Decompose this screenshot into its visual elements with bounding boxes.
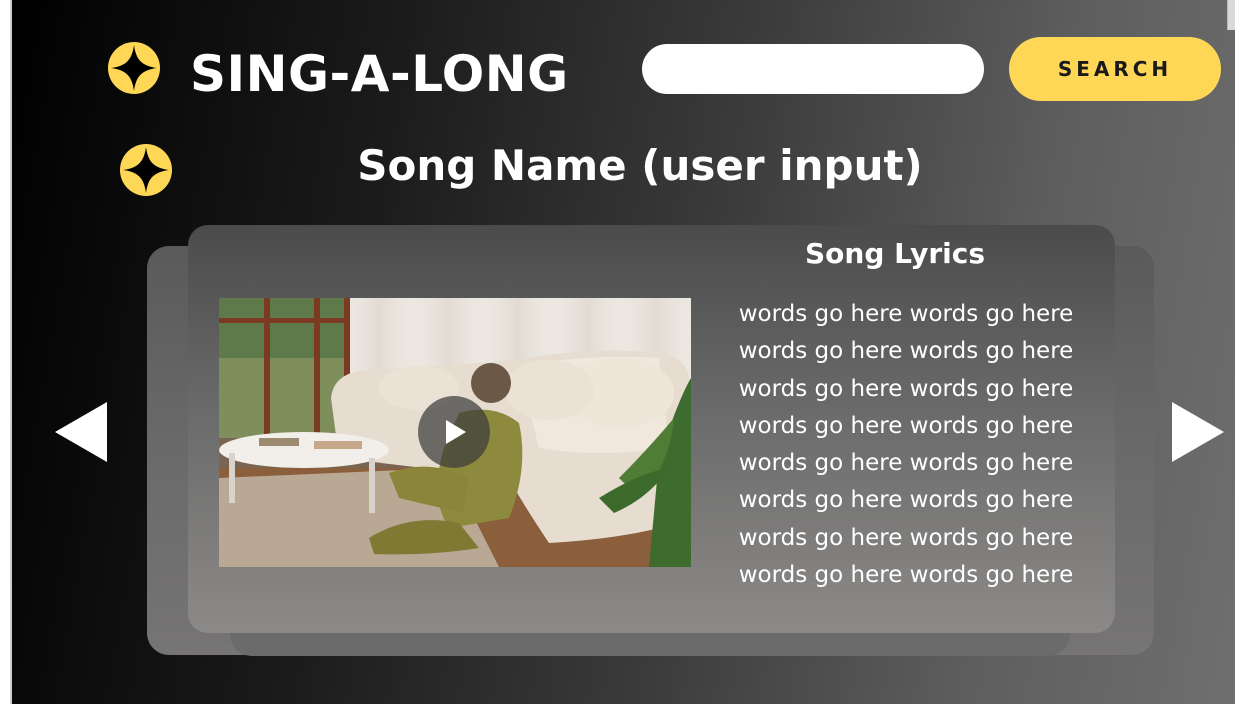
lyrics-line: words go here words go here <box>738 301 1074 327</box>
lyrics-line: words go here words go here <box>738 338 1074 365</box>
lyrics-line: words go here words go here <box>738 412 1074 439</box>
compass-star-icon <box>120 144 172 196</box>
search-input[interactable] <box>642 44 984 94</box>
play-button[interactable] <box>418 396 490 468</box>
lyrics-list: words go here words go here words go her… <box>708 296 1104 594</box>
lyrics-line: words go here words go here <box>738 450 1074 477</box>
arrow-left-icon[interactable] <box>55 402 107 462</box>
app-brand-title: SING-A-LONG <box>190 45 569 103</box>
song-title: Song Name (user input) <box>357 141 923 190</box>
play-icon <box>446 420 466 444</box>
arrow-right-icon[interactable] <box>1172 402 1224 462</box>
compass-star-icon <box>108 42 160 94</box>
lyrics-heading: Song Lyrics <box>805 237 985 270</box>
lyrics-line: words go here words go here <box>738 562 1074 589</box>
lyrics-line: words go here words go here <box>738 524 1074 551</box>
lyrics-line: words go here words go here <box>738 487 1074 514</box>
scrollbar-corner[interactable] <box>1227 0 1235 30</box>
lyrics-line: words go here words go here <box>738 375 1074 402</box>
search-button[interactable]: SEARCH <box>1009 37 1221 101</box>
